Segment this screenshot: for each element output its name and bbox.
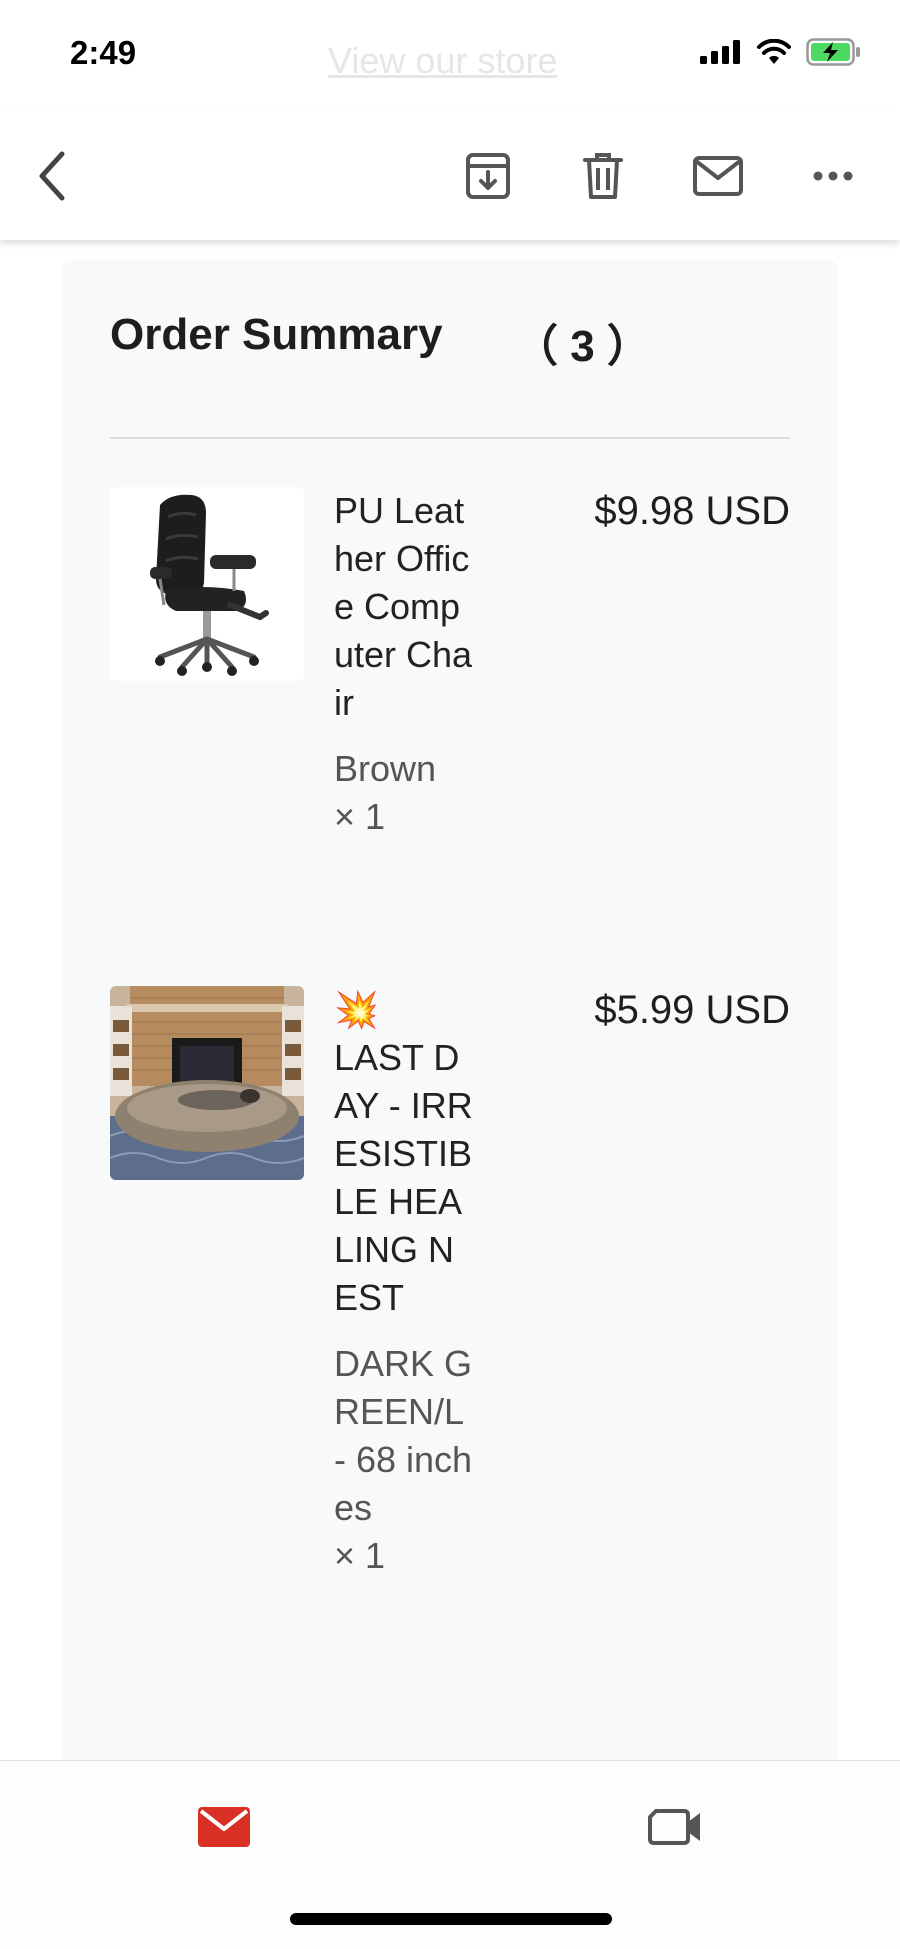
product-image-chair[interactable] — [110, 487, 304, 681]
product-image-nest[interactable] — [110, 986, 304, 1180]
item-name: PU Leather Office Computer Chair — [334, 490, 473, 723]
status-time: 2:49 — [70, 34, 137, 71]
wifi-icon — [757, 39, 791, 64]
explosion-emoji: 💥 — [334, 989, 379, 1030]
mark-unread-button[interactable] — [688, 146, 748, 206]
archive-icon — [466, 153, 510, 199]
item-variant: Brown × 1 — [334, 745, 474, 841]
archive-button[interactable] — [458, 146, 518, 206]
item-variant-label: DARK GREEN/L - 68 inches — [334, 1343, 473, 1528]
item-variant: DARK GREEN/L - 68 inches × 1 — [334, 1340, 474, 1580]
order-summary-title: Order Summary — [110, 310, 443, 359]
more-options-button[interactable] — [803, 146, 863, 206]
item-variant-label: Brown — [334, 748, 437, 789]
item-quantity: × 1 — [334, 796, 386, 837]
status-icons — [700, 38, 862, 66]
item-name: LAST DAY - IRRESISTIBLE HEALING NEST — [334, 1037, 473, 1318]
more-icon — [813, 171, 853, 181]
item-quantity: × 1 — [334, 1535, 386, 1576]
back-chevron-icon — [39, 151, 65, 201]
background-store-link: View our store — [328, 40, 558, 81]
mail-tab-icon — [198, 1807, 250, 1847]
status-bar: View our store 2:49 — [0, 0, 900, 110]
cellular-signal-icon — [700, 40, 740, 64]
trash-icon — [583, 153, 623, 199]
mail-tab[interactable] — [189, 1797, 259, 1857]
office-chair-image — [110, 487, 304, 681]
divider — [110, 437, 790, 439]
email-toolbar — [0, 110, 900, 240]
item-details: PU Leather Office Computer Chair Brown ×… — [334, 487, 474, 841]
item-price: $5.99 USD — [594, 988, 790, 1032]
bottom-tab-bar — [0, 1760, 900, 1949]
item-details: 💥 LAST DAY - IRRESISTIBLE HEALING NEST D… — [334, 986, 474, 1580]
back-button[interactable] — [22, 146, 82, 206]
item-price: $9.98 USD — [594, 489, 790, 533]
battery-charging-icon — [806, 38, 860, 66]
meet-tab[interactable] — [640, 1797, 710, 1857]
delete-button[interactable] — [573, 146, 633, 206]
order-summary-card: Order Summary （ 3 ） PU Leather Office Co… — [62, 260, 838, 1760]
order-item-count: （ 3 ） — [514, 322, 651, 371]
mail-icon — [693, 156, 743, 196]
healing-nest-image — [110, 986, 304, 1180]
home-indicator[interactable] — [290, 1913, 612, 1925]
email-body[interactable]: Order Summary （ 3 ） PU Leather Office Co… — [0, 240, 900, 1760]
video-tab-icon — [648, 1809, 700, 1845]
